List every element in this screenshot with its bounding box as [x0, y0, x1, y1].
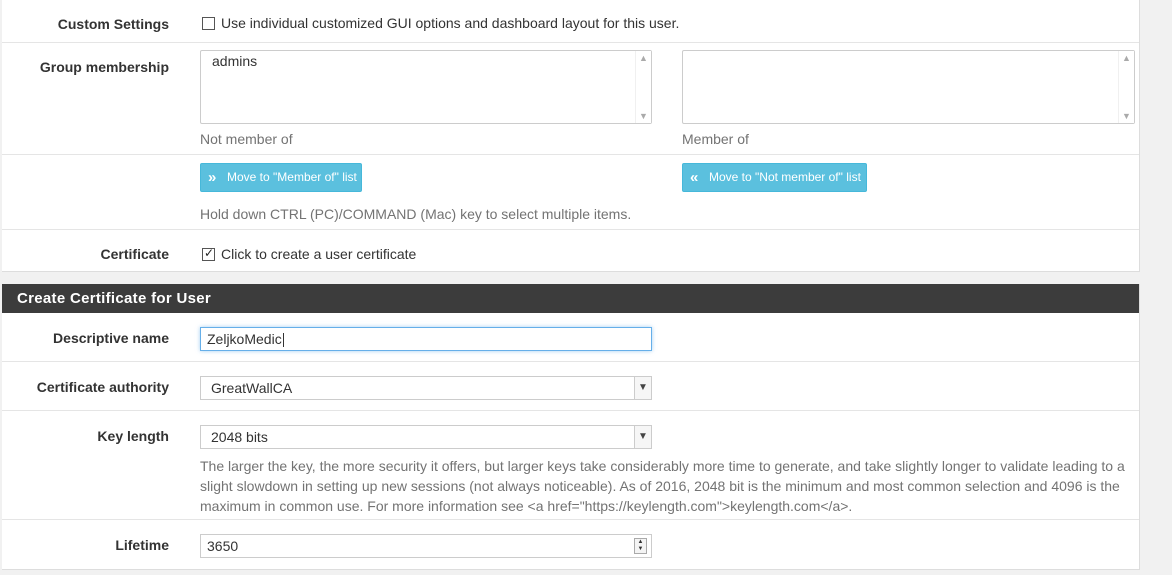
move-to-member-label: Move to "Member of" list — [227, 170, 357, 184]
scroll-up-icon[interactable]: ▲ — [639, 53, 648, 63]
lifetime-input[interactable]: 3650 ▲ ▼ — [200, 534, 652, 558]
certificate-authority-row: Certificate authority GreatWallCA ▼ — [2, 362, 1139, 411]
group-option-admins[interactable]: admins — [212, 53, 257, 69]
multi-select-hint: Hold down CTRL (PC)/COMMAND (Mac) key to… — [200, 206, 632, 222]
key-length-row: Key length 2048 bits ▼ The larger the ke… — [2, 411, 1139, 520]
chevron-down-icon[interactable]: ▼ — [634, 377, 651, 399]
certificate-authority-select[interactable]: GreatWallCA ▼ — [200, 376, 652, 400]
text-caret — [282, 333, 284, 348]
descriptive-name-label: Descriptive name — [53, 330, 169, 346]
custom-settings-text: Use individual customized GUI options an… — [221, 15, 680, 31]
scroll-down-icon[interactable]: ▼ — [639, 111, 648, 121]
double-chevron-right-icon: » — [208, 169, 217, 186]
move-to-not-member-label: Move to "Not member of" list — [709, 170, 861, 184]
certificate-authority-value: GreatWallCA — [211, 380, 293, 396]
certificate-text: Click to create a user certificate — [221, 246, 417, 262]
certificate-row: Certificate Click to create a user certi… — [2, 230, 1139, 272]
section-title: Create Certificate for User — [2, 284, 1139, 313]
key-length-select[interactable]: 2048 bits ▼ — [200, 425, 652, 449]
listbox-scrollbar[interactable]: ▲ ▼ — [1118, 51, 1134, 123]
lifetime-value: 3650 — [207, 538, 239, 554]
certificate-authority-label: Certificate authority — [36, 379, 169, 395]
listbox-scrollbar[interactable]: ▲ ▼ — [635, 51, 651, 123]
custom-settings-checkbox[interactable] — [202, 17, 215, 30]
user-settings-panel: Custom Settings Use individual customize… — [2, 0, 1140, 272]
double-chevron-left-icon: « — [690, 169, 699, 186]
move-buttons-row: » Move to "Member of" list « Move to "No… — [2, 155, 1139, 230]
not-member-listbox[interactable]: admins ▲ ▼ — [200, 50, 652, 124]
certificate-label: Certificate — [100, 246, 169, 262]
group-membership-label: Group membership — [39, 59, 169, 75]
create-certificate-panel: Create Certificate for User Descriptive … — [2, 284, 1140, 570]
member-caption: Member of — [682, 131, 749, 147]
spinner-icon[interactable]: ▲ ▼ — [634, 538, 647, 554]
scroll-up-icon[interactable]: ▲ — [1122, 53, 1131, 63]
move-to-member-button[interactable]: » Move to "Member of" list — [200, 163, 362, 192]
descriptive-name-value: ZeljkoMedic — [207, 331, 282, 347]
descriptive-name-input[interactable]: ZeljkoMedic — [200, 327, 652, 351]
custom-settings-label: Custom Settings — [57, 16, 169, 32]
member-listbox[interactable]: ▲ ▼ — [682, 50, 1135, 124]
descriptive-name-row: Descriptive name ZeljkoMedic — [2, 313, 1139, 362]
key-length-help: The larger the key, the more security it… — [200, 458, 1125, 514]
custom-settings-row: Custom Settings Use individual customize… — [2, 0, 1139, 43]
key-length-label: Key length — [97, 428, 169, 444]
not-member-caption: Not member of — [200, 131, 293, 147]
scroll-down-icon[interactable]: ▼ — [1122, 111, 1131, 121]
lifetime-label: Lifetime — [115, 537, 169, 553]
certificate-checkbox[interactable] — [202, 246, 215, 261]
move-to-not-member-button[interactable]: « Move to "Not member of" list — [682, 163, 867, 192]
key-length-value: 2048 bits — [211, 429, 268, 445]
group-membership-row: Group membership admins ▲ ▼ Not member o… — [2, 43, 1139, 155]
lifetime-row: Lifetime 3650 ▲ ▼ — [2, 520, 1139, 570]
chevron-down-icon[interactable]: ▼ — [634, 426, 651, 448]
